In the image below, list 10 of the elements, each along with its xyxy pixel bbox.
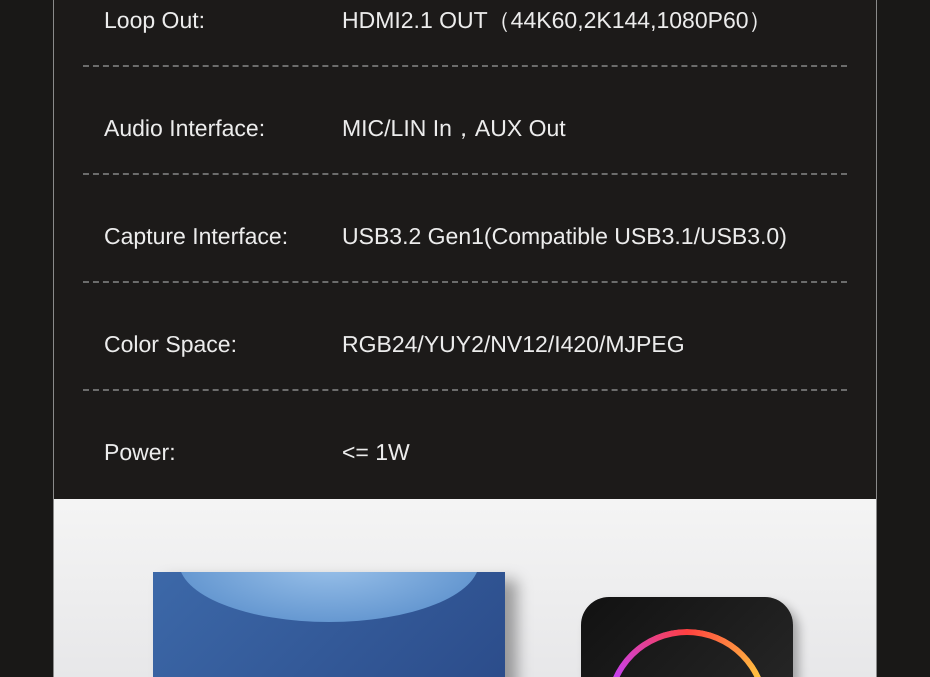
spec-label: Power:: [104, 438, 177, 466]
spec-value: <= 1W: [342, 438, 410, 466]
spec-label: Loop Out:: [104, 6, 206, 34]
spec-value: RGB24/YUY2/NV12/I420/MJPEG: [342, 330, 685, 358]
spec-value: MIC/LIN In，AUX Out: [342, 114, 566, 142]
spec-value: HDMI2.1 OUT（44K60,2K144,1080P60）: [342, 6, 772, 34]
spec-value: USB3.2 Gen1(Compatible USB3.1/USB3.0): [342, 222, 787, 250]
spec-label: Color Space:: [104, 330, 238, 358]
spec-label: Capture Interface:: [104, 222, 290, 250]
spec-label: Audio Interface:: [104, 114, 266, 142]
